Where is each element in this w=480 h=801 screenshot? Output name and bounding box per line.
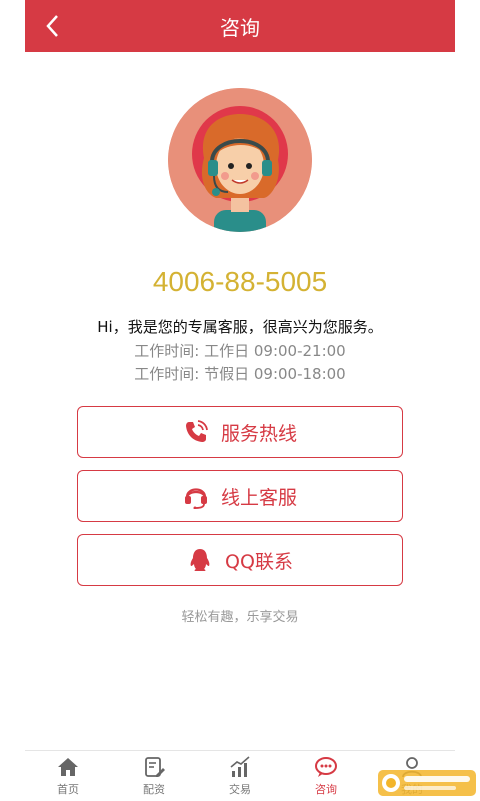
site-watermark-logo xyxy=(378,770,476,796)
qq-contact-button[interactable]: QQ联系 xyxy=(77,534,403,586)
back-button[interactable] xyxy=(39,12,67,40)
home-icon xyxy=(58,758,78,776)
top-bar: 咨询 xyxy=(25,0,455,52)
qq-icon xyxy=(190,549,210,571)
tab-financing-label: 配资 xyxy=(143,783,165,796)
document-edit-icon xyxy=(145,757,165,777)
chevron-left-icon xyxy=(46,15,58,37)
qq-contact-label: QQ联系 xyxy=(225,550,293,573)
app-screen: 咨询 4006-88-5005 Hi，我是您的专属客服，很高兴为您服务。 工作时… xyxy=(25,0,455,801)
hotline-number: 4006-88-5005 xyxy=(152,266,328,297)
tab-home[interactable]: 首页 xyxy=(25,751,111,801)
chat-bubble-icon xyxy=(315,757,337,777)
phone-icon xyxy=(185,420,208,442)
tab-trade[interactable]: 交易 xyxy=(197,751,283,801)
tab-consult-label: 咨询 xyxy=(315,783,337,796)
headset-icon xyxy=(184,488,207,509)
greeting-text: Hi，我是您的专属客服，很高兴为您服务。 xyxy=(97,318,383,336)
chart-icon xyxy=(230,756,250,777)
online-service-button[interactable]: 线上客服 xyxy=(77,470,403,522)
tab-financing[interactable]: 配资 xyxy=(111,751,197,801)
tab-consult[interactable]: 咨询 xyxy=(283,751,369,801)
page-title: 咨询 xyxy=(220,15,260,40)
agent-illustration xyxy=(168,88,312,232)
slogan-text: 轻松有趣，乐享交易 xyxy=(181,610,299,625)
workday-hours: 工作时间: 工作日 09:00-21:00 xyxy=(134,342,346,360)
tab-home-label: 首页 xyxy=(57,783,79,796)
online-service-label: 线上客服 xyxy=(220,486,297,509)
holiday-hours: 工作时间: 节假日 09:00-18:00 xyxy=(134,365,346,383)
service-hotline-button[interactable]: 服务热线 xyxy=(77,406,403,458)
support-agent-avatar xyxy=(168,88,312,232)
tab-trade-label: 交易 xyxy=(229,783,251,796)
service-hotline-label: 服务热线 xyxy=(220,422,297,445)
